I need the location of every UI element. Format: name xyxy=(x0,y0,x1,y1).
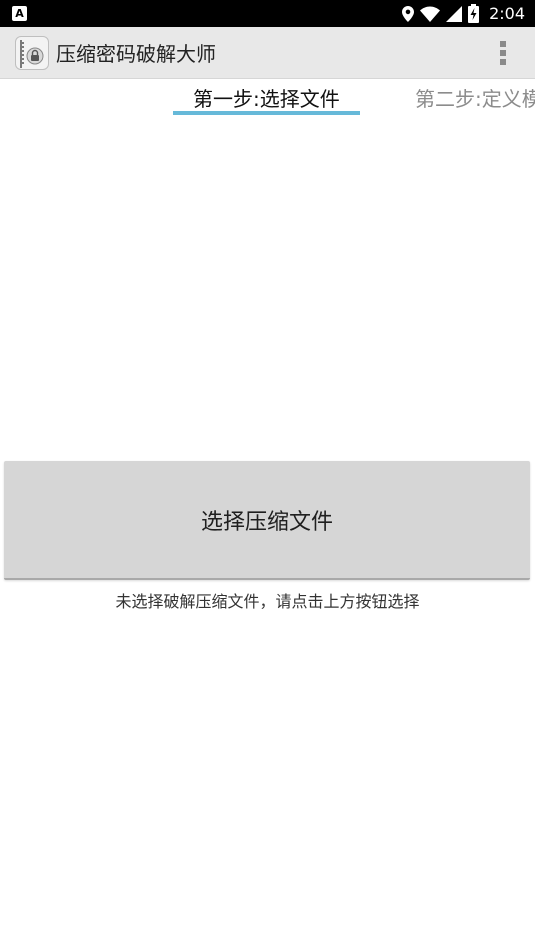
app-bar: 压缩密码破解大师 xyxy=(0,27,535,79)
menu-dot xyxy=(500,59,506,65)
status-time: 2:04 xyxy=(489,4,525,23)
notification-a-icon: A xyxy=(12,6,27,21)
status-bar: A 2:04 xyxy=(0,0,535,27)
zip-lock-glyph xyxy=(20,40,44,68)
battery-charging-icon xyxy=(468,4,480,23)
tab-indicator xyxy=(173,111,360,115)
status-icons: 2:04 xyxy=(402,0,525,27)
wifi-icon xyxy=(420,6,441,22)
tab-step-1[interactable]: 第一步:选择文件 xyxy=(193,83,340,112)
signal-icon xyxy=(446,5,463,22)
menu-dot xyxy=(500,50,506,56)
tab-step-2[interactable]: 第二步:定义模 xyxy=(415,83,535,112)
step-tabs: 第一步:选择文件 第二步:定义模 xyxy=(0,80,535,118)
menu-dot xyxy=(500,41,506,47)
select-archive-button[interactable]: 选择压缩文件 xyxy=(4,461,530,580)
overflow-menu-icon[interactable] xyxy=(493,39,513,67)
app-title: 压缩密码破解大师 xyxy=(56,42,216,66)
selection-status-text: 未选择破解压缩文件，请点击上方按钮选择 xyxy=(115,592,420,611)
zip-lock-app-icon xyxy=(15,36,49,70)
location-icon xyxy=(402,5,415,22)
